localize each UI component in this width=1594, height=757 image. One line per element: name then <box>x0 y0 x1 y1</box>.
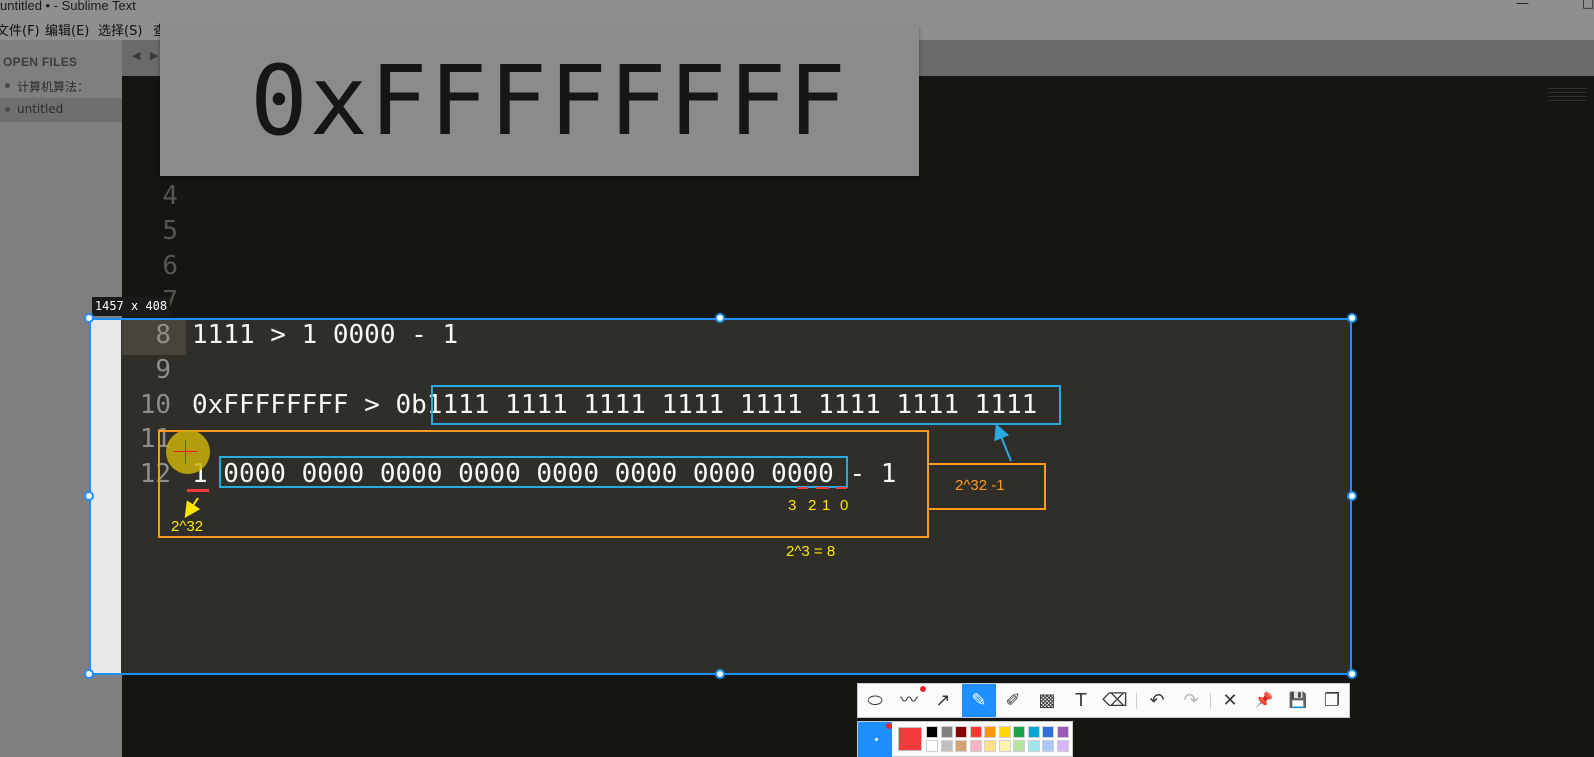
current-color-swatch[interactable] <box>898 727 922 751</box>
color-swatch[interactable] <box>940 740 953 752</box>
color-swatch[interactable] <box>955 726 967 738</box>
color-swatch[interactable] <box>984 726 996 738</box>
pin-icon[interactable]: 📌 <box>1247 684 1281 717</box>
color-swatch[interactable] <box>955 740 967 752</box>
crosshair-icon <box>174 451 198 452</box>
brush-dot-icon <box>875 738 878 741</box>
shape-icon[interactable]: ⬭ <box>858 684 892 717</box>
arrow-to-ones <box>994 423 1012 462</box>
annotation-toolbar: ⬭ 〰 ↗ ✎ ✐ ▩ T ⌫ ↶ ↷ ✕ 📌 💾 ❐ <box>857 683 1350 718</box>
color-swatch[interactable] <box>998 726 1011 738</box>
copy-icon[interactable]: ❐ <box>1315 684 1349 717</box>
mosaic-icon[interactable]: ▩ <box>1030 684 1064 717</box>
color-swatch[interactable] <box>926 740 938 752</box>
arrow-to-pow32 <box>184 497 201 518</box>
close-icon[interactable]: ✕ <box>1213 684 1247 717</box>
marker-icon[interactable]: ✐ <box>996 684 1030 717</box>
undo-icon[interactable]: ↶ <box>1140 684 1174 717</box>
redo-icon[interactable]: ↷ <box>1174 684 1208 717</box>
new-indicator <box>886 723 892 729</box>
toolbar-separator <box>1210 693 1211 709</box>
color-swatch[interactable] <box>926 726 938 738</box>
color-swatch[interactable] <box>1056 740 1069 752</box>
save-icon[interactable]: 💾 <box>1281 684 1315 717</box>
color-swatch[interactable] <box>998 740 1011 752</box>
color-swatch[interactable] <box>1013 740 1025 752</box>
color-palette <box>857 721 1073 757</box>
color-swatch[interactable] <box>969 740 982 752</box>
color-swatch[interactable] <box>1013 726 1025 738</box>
color-swatch[interactable] <box>1042 726 1054 738</box>
pencil-icon[interactable]: ✎ <box>962 684 996 717</box>
color-swatch[interactable] <box>940 726 953 738</box>
color-swatch[interactable] <box>1027 726 1040 738</box>
toolbar-separator <box>1136 693 1137 709</box>
eraser-icon[interactable]: ⌫ <box>1098 684 1132 717</box>
text-icon[interactable]: T <box>1064 684 1098 717</box>
color-swatch[interactable] <box>969 726 982 738</box>
color-swatch[interactable] <box>1042 740 1054 752</box>
color-swatch[interactable] <box>984 740 996 752</box>
annotation-arrows <box>184 423 1012 518</box>
color-swatch[interactable] <box>1056 726 1069 738</box>
mouse-cursor-highlight <box>166 430 210 474</box>
crosshair-icon <box>185 440 186 464</box>
color-swatch[interactable] <box>1027 740 1040 752</box>
arrow-icon[interactable]: ↗ <box>926 684 960 717</box>
